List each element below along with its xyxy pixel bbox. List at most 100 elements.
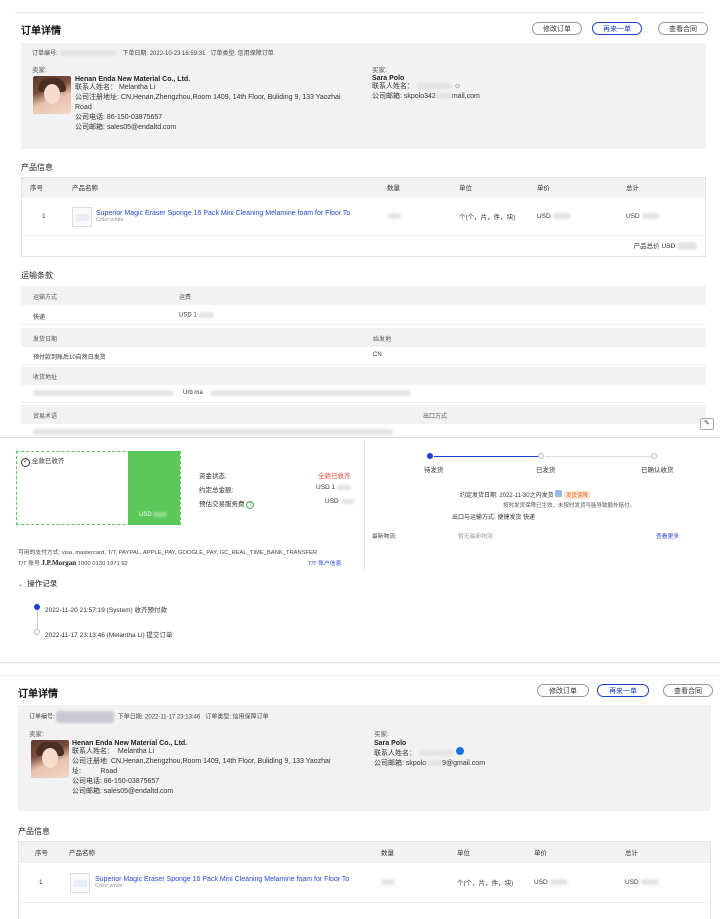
trade-label: 贸易术语 (33, 414, 58, 420)
panel-divider-2 (0, 662, 720, 663)
bottom-row-unit: 个(个，片，件，块) (449, 862, 526, 903)
shipping-value-row: 快递 USD 1 (21, 305, 706, 325)
green-usd: USD (139, 512, 168, 518)
bottom-seller-address-2: 址: Road (72, 768, 118, 775)
product-thumbnail[interactable] (72, 206, 92, 227)
reorder-button[interactable]: 再来一单 (592, 22, 642, 35)
row-total: USD (618, 197, 705, 236)
row-unit: 个(个，片，件，块) (451, 197, 529, 236)
bottom-col-qty: 数量 (373, 842, 449, 863)
bottom-row-total: USD (617, 862, 710, 903)
step-label-3: 已确认收货 (641, 467, 674, 474)
product-variant: Color:white (96, 216, 124, 223)
row-product: Superior Magic Eraser Sponge 16 Pack Min… (64, 197, 379, 236)
bottom-row-qty (373, 862, 449, 903)
bottom-seller-avatar (31, 740, 69, 778)
guarantee-tag: 发货保障 (563, 491, 590, 499)
table-row: 1 Superior Magic Eraser Sponge 16 Pack M… (22, 197, 705, 236)
service-fee-label: 预估交易服务费 ? (199, 498, 255, 509)
fund-status-value: 全款已收齐 (318, 473, 351, 480)
step-label-2: 已发货 (536, 467, 556, 474)
trade-value-row-cut (21, 424, 706, 436)
port-method: 出口与运输方式: 便捷发货 快递 (452, 515, 536, 521)
buyer-name: Sara Polo (372, 75, 405, 82)
port-label: 出口方式 (423, 414, 448, 420)
order-no-redacted (59, 50, 118, 57)
seller-address-2: Road (75, 104, 92, 111)
bottom-buyer-info: Sara Polo 联系人姓名： 公司邮箱: skpolo 9@gmail.com (374, 740, 674, 769)
bottom-seller-company: Henan Enda New Material Co., Ltd. (72, 740, 188, 747)
ship-date-label: 发货日期 (33, 337, 58, 343)
product-total: 产品总价 USD (634, 240, 697, 250)
bottom-product-table: 序号 产品名称 数量 单位 单价 总计 1 Superior Magic Era… (18, 841, 711, 919)
bottom-buyer-name: Sara Polo (374, 740, 407, 747)
top-order-panel: 订单详情 修改订单 再来一单 查看合同 订单编号: 下单日期: 2022-10-… (0, 0, 720, 438)
seller-phone: 公司电话: 86-150-03875657 (75, 114, 163, 121)
buyer-contact: 联系人姓名： ☺ (372, 83, 462, 90)
bottom-view-contract-button[interactable]: 查看合同 (663, 684, 713, 697)
bottom-buyer-contact: 联系人姓名： (374, 747, 674, 759)
shipping-section-title: 运输条款 (21, 271, 53, 280)
view-contract-button[interactable]: 查看合同 (658, 22, 708, 35)
log-header[interactable]: ⌄ 操作记录 (18, 578, 57, 589)
fund-status: 资金状态: (199, 473, 227, 480)
product-section-title: 产品信息 (21, 163, 53, 172)
bottom-col-unit: 单位 (449, 842, 526, 863)
log-dot-2 (34, 629, 40, 635)
service-fee-value: USD (325, 498, 355, 505)
address-header-row: 收货地址 (21, 366, 706, 385)
address-row: Urb ma (21, 385, 706, 403)
shield-icon (555, 490, 563, 497)
bottom-modify-order-button[interactable]: 修改订单 (537, 684, 589, 697)
bottom-row-price: USD (526, 862, 617, 903)
bottom-seller-email: 公司邮箱: sales05@endaltd.com (72, 788, 174, 795)
col-name: 产品名称 (64, 178, 379, 198)
seller-avatar (33, 76, 71, 114)
order-type: 订单类型: 信用保障订单 (210, 51, 274, 57)
bottom-page-title: 订单详情 (18, 689, 58, 700)
log-dot-1 (34, 604, 40, 610)
origin-label: 始发地 (373, 337, 392, 343)
trade-header-row: 贸易术语 出口方式 (21, 405, 706, 424)
order-meta: 订单编号: 下单日期: 2022-10-23 16:59:31 订单类型: 信用… (32, 48, 274, 57)
address-label: 收货地址 (33, 375, 58, 381)
chat-icon[interactable]: ☺ (454, 83, 461, 90)
bottom-seller-address: 公司注册地 CN,Henan,Zhengzhou,Room 1409, 14th… (72, 758, 331, 765)
help-icon[interactable]: ? (246, 501, 255, 509)
modify-order-button[interactable]: 修改订单 (532, 22, 582, 35)
bottom-seller-label: 卖家: (29, 731, 44, 738)
chevron-down-icon: ⌄ (18, 582, 24, 588)
view-more-link[interactable]: 查看更多 (656, 531, 679, 540)
row-qty (379, 197, 451, 236)
ship-fee: USD 1 (179, 312, 215, 319)
logistics-value: 暂无最新物流 (458, 534, 493, 540)
bottom-seller-phone: 公司电话: 86-150-03875657 (72, 778, 160, 785)
bottom-row-product: Superior Magic Eraser Sponge 16 Pack Min… (61, 862, 373, 903)
ship-fee-label: 运费 (179, 295, 192, 301)
product-link[interactable]: Superior Magic Eraser Sponge 16 Pack Min… (96, 210, 371, 217)
order-date: 下单日期: 2022-10-23 16:59:31 (122, 51, 206, 57)
panel-divider-3 (0, 675, 720, 676)
panel-divider-1 (0, 437, 720, 438)
bottom-product-link[interactable]: Superior Magic Eraser Sponge 16 Pack Min… (95, 876, 365, 883)
bottom-reorder-button[interactable]: 再来一单 (597, 684, 649, 697)
paid-status: ✓ 全款已收齐 (21, 458, 65, 467)
bottom-seller-info: Henan Enda New Material Co., Ltd. 联系人姓名：… (72, 740, 372, 797)
seller-address: 公司注册地址: CN,Henan,Zhengzhou,Room 1409, 14… (75, 94, 341, 101)
bottom-col-total: 总计 (617, 842, 710, 863)
table-row: 1 Superior Magic Eraser Sponge 16 Pack M… (19, 862, 710, 903)
seller-email: 公司邮箱: sales05@endaltd.com (75, 124, 177, 131)
guarantee-note: 按时发货保障已生效，未按时发货可能导致额外赔付。 (503, 503, 636, 509)
col-index: 序号 (22, 178, 64, 198)
tt-account-link[interactable]: T/T 账户信息 (308, 558, 341, 567)
ship-date-header-row: 发货日期 始发地 (21, 328, 706, 347)
chat-bubble-icon[interactable] (455, 747, 464, 755)
agreed-total-label: 约定总金额: (199, 487, 234, 494)
shipping-header-row: 运输方式 运费 (21, 286, 706, 305)
feedback-icon[interactable]: ✎ (700, 418, 714, 430)
bottom-product-thumbnail[interactable] (70, 872, 90, 893)
agreed-ship-date: 约定发货日期: 2022-11-30之内发货 发货保障 (460, 490, 590, 499)
bottom-order-meta: 订单编号: 下单日期: 2022-11-17 23:13:46 订单类型: 信用… (29, 711, 269, 723)
seller-label: 卖家: (32, 67, 47, 74)
bottom-col-price: 单价 (526, 842, 617, 863)
